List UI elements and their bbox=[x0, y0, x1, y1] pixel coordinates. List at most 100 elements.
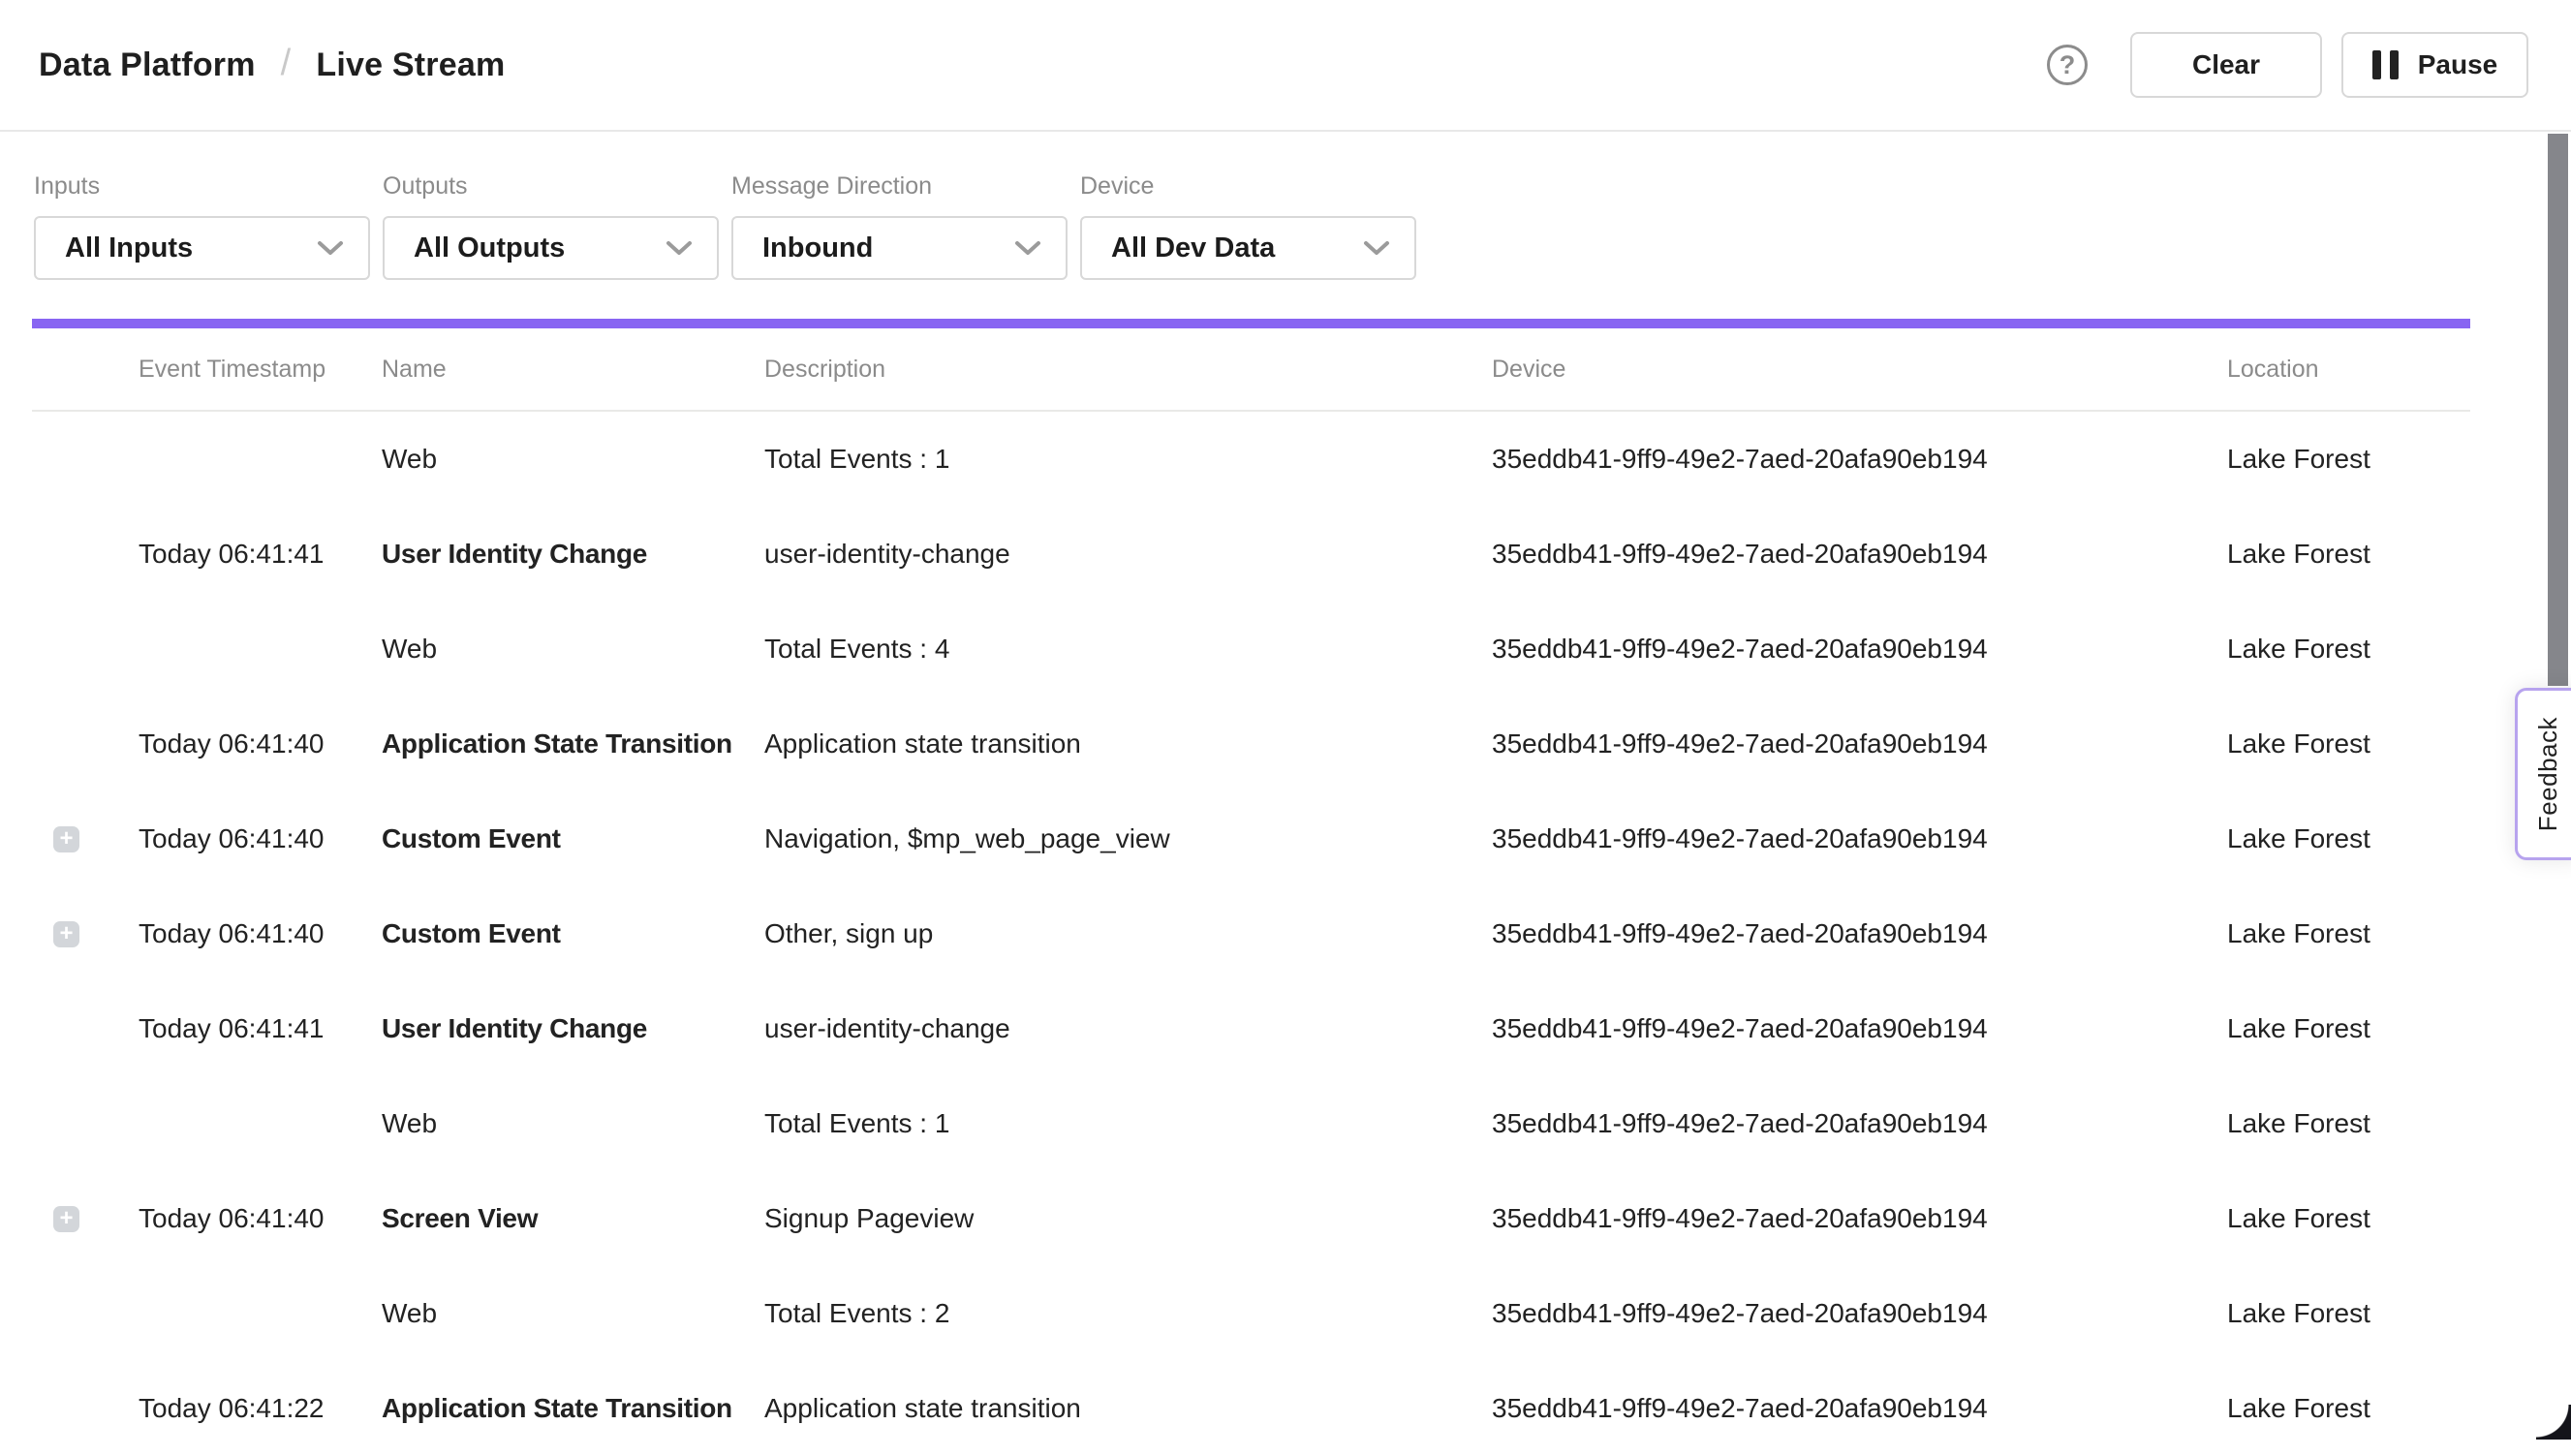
row-location: Lake Forest bbox=[2227, 1013, 2470, 1044]
breadcrumb: Data Platform / Live Stream bbox=[39, 45, 505, 86]
device-select[interactable]: All Dev Data bbox=[1080, 216, 1416, 280]
filter-inputs: Inputs All Inputs bbox=[34, 172, 370, 280]
row-description: Signup Pageview bbox=[764, 1203, 1492, 1234]
row-expand-cell: + bbox=[0, 1206, 139, 1232]
table-row[interactable]: + Today 06:41:40 Custom Event Other, sig… bbox=[0, 886, 2571, 981]
row-timestamp: Today 06:41:40 bbox=[139, 728, 382, 759]
row-description: user-identity-change bbox=[764, 1013, 1492, 1044]
table-row[interactable]: Today 06:41:41 User Identity Change user… bbox=[0, 507, 2571, 602]
clear-button[interactable]: Clear bbox=[2130, 32, 2322, 98]
row-timestamp: Today 06:41:22 bbox=[139, 1393, 382, 1424]
row-device: 35eddb41-9ff9-49e2-7aed-20afa90eb194 bbox=[1492, 634, 2227, 665]
breadcrumb-separator: / bbox=[281, 43, 292, 84]
pause-button-label: Pause bbox=[2418, 49, 2498, 80]
table-row[interactable]: Web Total Events : 2 35eddb41-9ff9-49e2-… bbox=[0, 1266, 2571, 1361]
row-device: 35eddb41-9ff9-49e2-7aed-20afa90eb194 bbox=[1492, 1203, 2227, 1234]
feedback-tab[interactable]: Feedback bbox=[2515, 688, 2571, 860]
column-description: Description bbox=[764, 356, 1492, 384]
filter-bar: Inputs All Inputs Outputs All Outputs Me… bbox=[0, 132, 2571, 280]
row-name: Web bbox=[382, 634, 764, 665]
row-name: Custom Event bbox=[382, 918, 764, 949]
column-name: Name bbox=[382, 356, 764, 384]
row-location: Lake Forest bbox=[2227, 1393, 2470, 1424]
table-header: Event Timestamp Name Description Device … bbox=[0, 328, 2571, 410]
row-description: Application state transition bbox=[764, 1393, 1492, 1424]
expand-row-button[interactable]: + bbox=[53, 1206, 79, 1232]
feedback-tab-label: Feedback bbox=[2533, 717, 2563, 831]
row-name: Web bbox=[382, 1298, 764, 1329]
accent-divider bbox=[32, 319, 2470, 328]
column-location: Location bbox=[2227, 356, 2470, 384]
row-location: Lake Forest bbox=[2227, 539, 2470, 570]
filter-inputs-label: Inputs bbox=[34, 172, 370, 201]
row-description: Total Events : 1 bbox=[764, 1108, 1492, 1139]
row-description: Total Events : 4 bbox=[764, 634, 1492, 665]
filter-outputs: Outputs All Outputs bbox=[383, 172, 719, 280]
expand-row-button[interactable]: + bbox=[53, 921, 79, 947]
row-device: 35eddb41-9ff9-49e2-7aed-20afa90eb194 bbox=[1492, 1298, 2227, 1329]
table-row[interactable]: Web Total Events : 1 35eddb41-9ff9-49e2-… bbox=[0, 412, 2571, 507]
outputs-select[interactable]: All Outputs bbox=[383, 216, 719, 280]
table-row[interactable]: Web Total Events : 1 35eddb41-9ff9-49e2-… bbox=[0, 1076, 2571, 1171]
row-location: Lake Forest bbox=[2227, 1203, 2470, 1234]
table-row[interactable]: Today 06:41:41 User Identity Change user… bbox=[0, 981, 2571, 1076]
row-description: Other, sign up bbox=[764, 918, 1492, 949]
outputs-select-value: All Outputs bbox=[414, 232, 565, 264]
row-location: Lake Forest bbox=[2227, 823, 2470, 854]
filter-device-label: Device bbox=[1080, 172, 1416, 201]
row-location: Lake Forest bbox=[2227, 918, 2470, 949]
table-row[interactable]: + Today 06:41:40 Screen View Signup Page… bbox=[0, 1171, 2571, 1266]
topbar-actions: ? Clear Pause bbox=[2047, 32, 2528, 98]
message-direction-select-value: Inbound bbox=[762, 232, 873, 264]
table-row[interactable]: Today 06:41:22 Application State Transit… bbox=[0, 1361, 2571, 1456]
table-row[interactable]: + Today 06:41:40 Custom Event Navigation… bbox=[0, 791, 2571, 886]
filter-device: Device All Dev Data bbox=[1080, 172, 1416, 280]
row-name: Web bbox=[382, 1108, 764, 1139]
chevron-down-icon bbox=[1013, 238, 1042, 258]
row-timestamp: Today 06:41:41 bbox=[139, 539, 382, 570]
row-description: user-identity-change bbox=[764, 539, 1492, 570]
row-expand-cell: + bbox=[0, 921, 139, 947]
row-timestamp: Today 06:41:40 bbox=[139, 918, 382, 949]
row-name: Application State Transition bbox=[382, 1393, 764, 1424]
row-location: Lake Forest bbox=[2227, 1108, 2470, 1139]
chevron-down-icon bbox=[1362, 238, 1391, 258]
row-description: Navigation, $mp_web_page_view bbox=[764, 823, 1492, 854]
row-location: Lake Forest bbox=[2227, 728, 2470, 759]
vertical-scrollbar-thumb[interactable] bbox=[2548, 134, 2568, 686]
column-event-timestamp: Event Timestamp bbox=[139, 356, 382, 384]
row-expand-cell: + bbox=[0, 826, 139, 852]
row-location: Lake Forest bbox=[2227, 444, 2470, 475]
row-device: 35eddb41-9ff9-49e2-7aed-20afa90eb194 bbox=[1492, 1393, 2227, 1424]
inputs-select[interactable]: All Inputs bbox=[34, 216, 370, 280]
row-timestamp: Today 06:41:40 bbox=[139, 823, 382, 854]
row-device: 35eddb41-9ff9-49e2-7aed-20afa90eb194 bbox=[1492, 1108, 2227, 1139]
inputs-select-value: All Inputs bbox=[65, 232, 193, 264]
breadcrumb-section: Data Platform bbox=[39, 46, 256, 84]
row-location: Lake Forest bbox=[2227, 634, 2470, 665]
live-stream-table: Event Timestamp Name Description Device … bbox=[0, 328, 2571, 1456]
expand-row-button[interactable]: + bbox=[53, 826, 79, 852]
row-device: 35eddb41-9ff9-49e2-7aed-20afa90eb194 bbox=[1492, 444, 2227, 475]
row-timestamp: Today 06:41:40 bbox=[139, 1203, 382, 1234]
row-description: Application state transition bbox=[764, 728, 1492, 759]
help-icon[interactable]: ? bbox=[2047, 45, 2088, 85]
row-name: Web bbox=[382, 444, 764, 475]
message-direction-select[interactable]: Inbound bbox=[731, 216, 1068, 280]
device-select-value: All Dev Data bbox=[1111, 232, 1275, 264]
row-name: Custom Event bbox=[382, 823, 764, 854]
pause-button[interactable]: Pause bbox=[2341, 32, 2528, 98]
row-name: Screen View bbox=[382, 1203, 764, 1234]
table-row[interactable]: Web Total Events : 4 35eddb41-9ff9-49e2-… bbox=[0, 602, 2571, 697]
row-device: 35eddb41-9ff9-49e2-7aed-20afa90eb194 bbox=[1492, 1013, 2227, 1044]
filter-message-direction: Message Direction Inbound bbox=[731, 172, 1068, 280]
row-device: 35eddb41-9ff9-49e2-7aed-20afa90eb194 bbox=[1492, 728, 2227, 759]
event-rows: Web Total Events : 1 35eddb41-9ff9-49e2-… bbox=[0, 412, 2571, 1456]
screen-corner bbox=[2536, 1405, 2571, 1440]
table-row[interactable]: Today 06:41:40 Application State Transit… bbox=[0, 697, 2571, 791]
row-location: Lake Forest bbox=[2227, 1298, 2470, 1329]
chevron-down-icon bbox=[316, 238, 345, 258]
row-device: 35eddb41-9ff9-49e2-7aed-20afa90eb194 bbox=[1492, 539, 2227, 570]
column-device: Device bbox=[1492, 356, 2227, 384]
row-description: Total Events : 1 bbox=[764, 444, 1492, 475]
